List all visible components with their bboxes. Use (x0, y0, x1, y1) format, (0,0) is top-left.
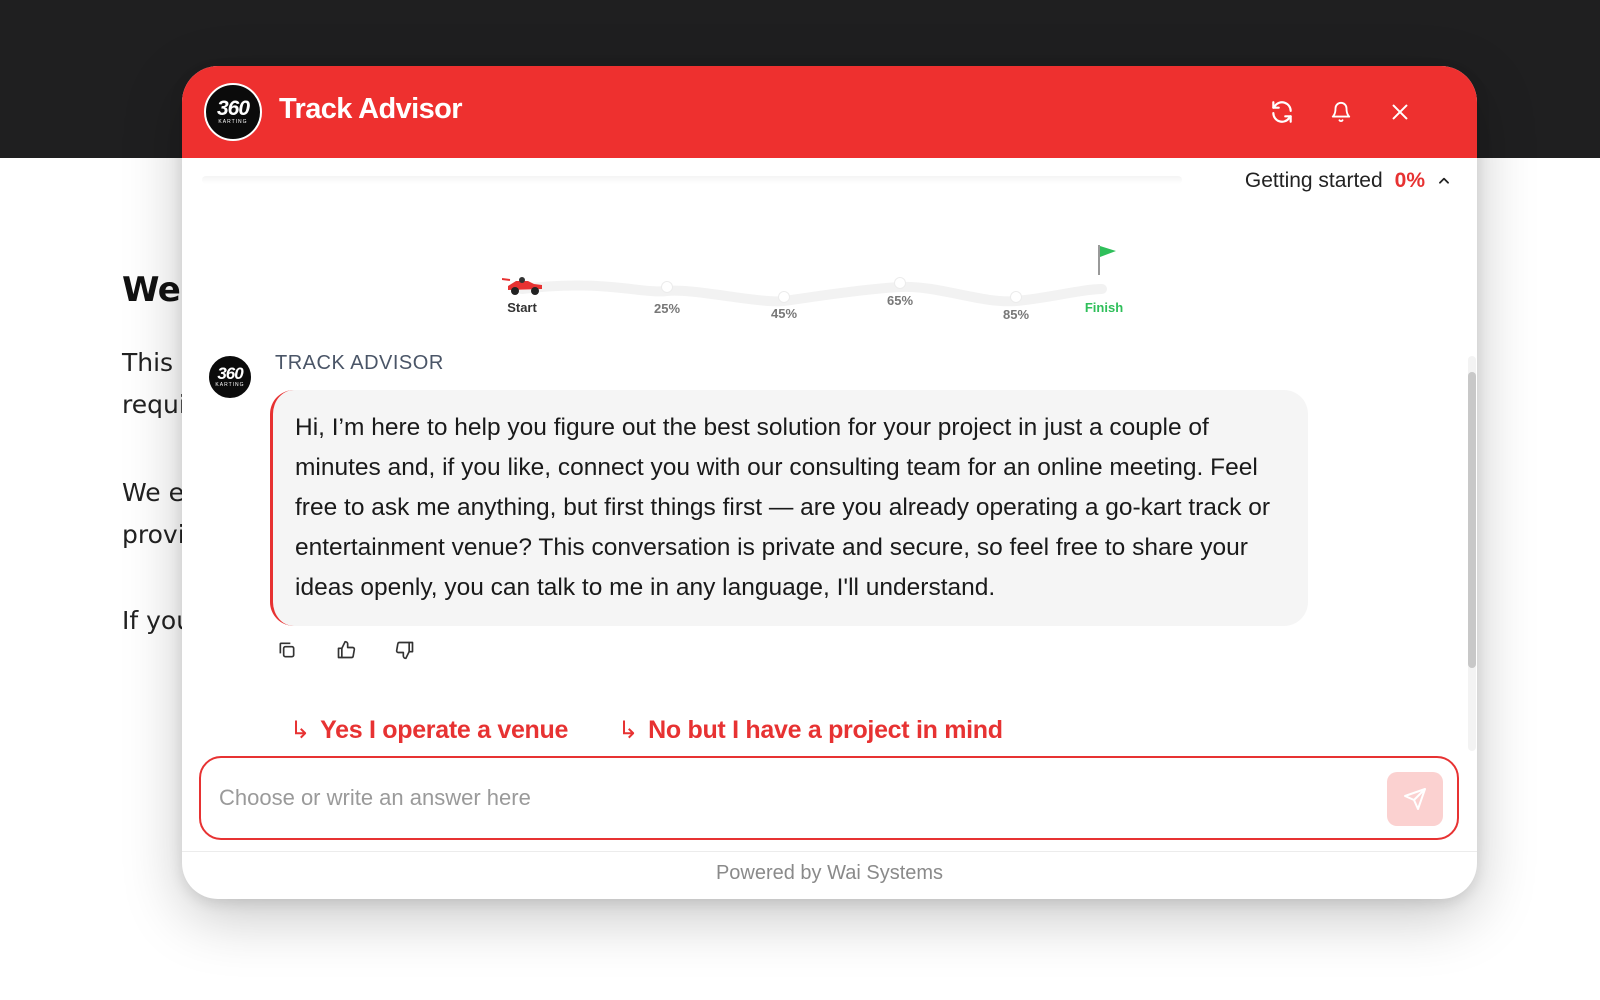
checkpoint-label-85: 85% (1002, 307, 1030, 322)
reply-arrow-icon: ↳ (618, 717, 639, 744)
refresh-icon (1272, 101, 1292, 123)
progress-toggle[interactable]: Getting started 0% (1245, 169, 1451, 193)
bell-icon (1331, 102, 1351, 123)
scrollbar-thumb[interactable] (1468, 372, 1476, 668)
thumbs-up-icon (337, 640, 356, 659)
logo-number: 360 (216, 96, 250, 120)
powered-by-footer: Powered by Wai Systems (715, 862, 944, 884)
checkpoint-marker (894, 277, 906, 289)
suggestion-no-project[interactable]: ↳ No but I have a project in mind (618, 716, 1003, 745)
chat-header: 360 KARTING Track Advisor (182, 66, 1477, 158)
send-button[interactable] (1387, 772, 1443, 826)
checkpoint-label-65: 65% (886, 293, 914, 308)
chevron-up-icon (1439, 177, 1449, 184)
close-button[interactable] (1384, 96, 1416, 128)
race-progress-track: Start 25% 45% 65% 85% Finish (482, 245, 1162, 329)
copy-button[interactable] (275, 638, 299, 662)
message-bubble: Hi, I’m here to help you figure out the … (270, 390, 1308, 626)
message-sender: TRACK ADVISOR (275, 352, 444, 374)
logo-subtext: KARTING (218, 118, 248, 125)
logo-number: 360 (217, 363, 243, 383)
checkpoint-label-finish: Finish (1084, 300, 1124, 315)
message-input-box (199, 756, 1459, 840)
suggestion-label: Yes I operate a venue (320, 716, 569, 744)
checkpoint-marker (778, 291, 790, 303)
thumbs-down-button[interactable] (393, 638, 417, 662)
checkpoint-marker (1010, 291, 1022, 303)
checkpoint-label-45: 45% (770, 306, 798, 321)
checkpoint-label-25: 25% (653, 301, 681, 316)
logo-subtext: KARTING (215, 381, 245, 388)
progress-percent: 0% (1394, 169, 1425, 192)
close-icon (1392, 104, 1408, 120)
progress-track-line (202, 176, 1182, 184)
refresh-button[interactable] (1266, 96, 1298, 128)
send-icon (1404, 788, 1426, 810)
footer-divider (182, 851, 1477, 852)
copy-icon (279, 642, 295, 658)
kart-icon (502, 277, 542, 295)
notifications-button[interactable] (1325, 96, 1357, 128)
message-input[interactable] (219, 778, 1339, 818)
chat-title: Track Advisor (279, 93, 463, 125)
karting-logo: 360 KARTING (204, 83, 262, 141)
suggestion-yes-venue[interactable]: ↳ Yes I operate a venue (290, 716, 568, 745)
reply-arrow-icon: ↳ (290, 717, 311, 744)
advisor-avatar: 360 KARTING (207, 354, 253, 400)
track-path (517, 280, 1107, 307)
thumbs-up-button[interactable] (334, 638, 358, 662)
finish-flag-icon (1098, 245, 1116, 275)
background-paragraph: We e provi (122, 478, 185, 549)
chat-widget: 360 KARTING Track Advisor Getting starte… (182, 66, 1477, 899)
progress-label: Getting started (1244, 169, 1383, 192)
checkpoint-label-start: Start (507, 300, 537, 315)
suggestion-label: No but I have a project in mind (648, 716, 1003, 744)
checkpoint-marker (661, 281, 673, 293)
message-text: Hi, I’m here to help you figure out the … (295, 414, 1271, 601)
background-paragraph: This requi (122, 348, 186, 419)
thumbs-down-icon (395, 641, 414, 660)
advisor-avatar-logo: 360 KARTING (207, 354, 253, 400)
